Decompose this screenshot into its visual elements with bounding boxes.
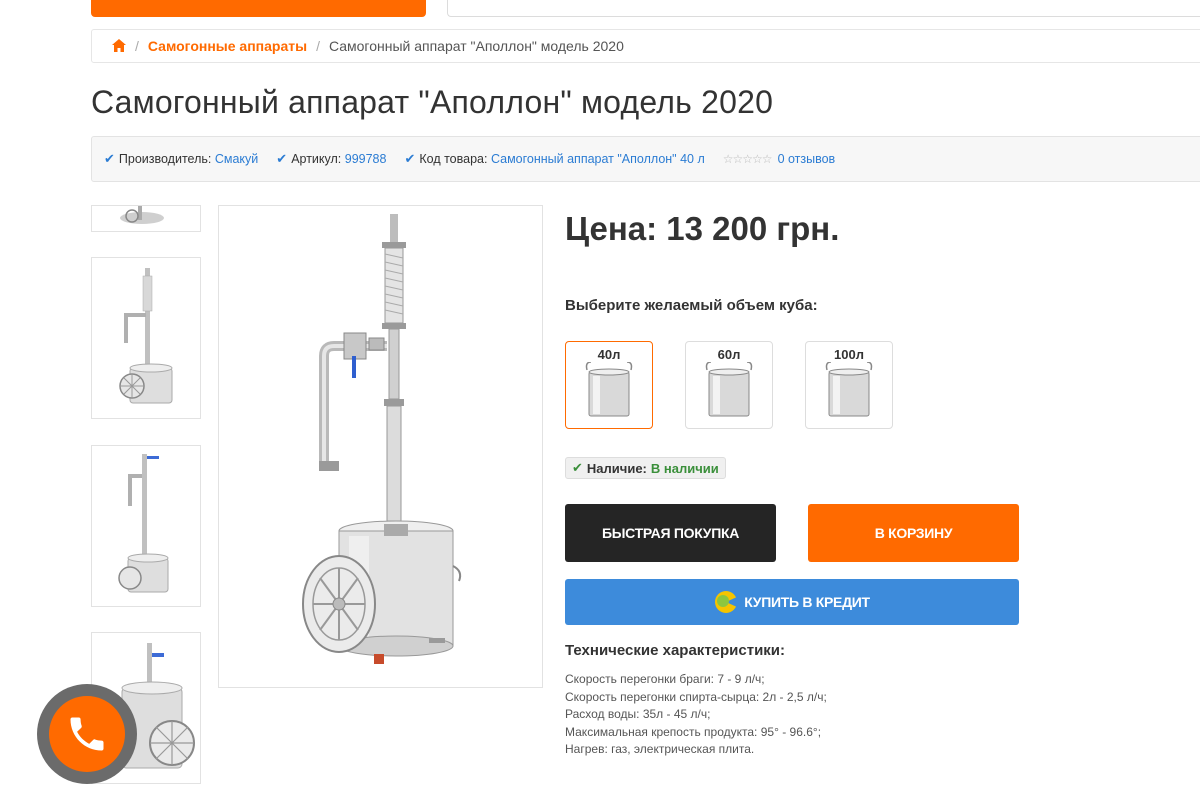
- check-icon: ✔: [572, 460, 583, 475]
- thumbnail[interactable]: [91, 445, 201, 607]
- credit-button-label: КУПИТЬ В КРЕДИТ: [744, 594, 870, 610]
- top-search-field[interactable]: [447, 0, 1200, 17]
- article-info: ✔ Артикул: 999788: [276, 151, 386, 167]
- boiler-icon: [585, 361, 633, 417]
- quick-buy-button[interactable]: БЫСТРАЯ ПОКУПКА: [565, 504, 776, 562]
- breadcrumb-current: Самогонный аппарат "Аполлон" модель 2020: [328, 38, 624, 54]
- spec-item: Скорость перегонки спирта-сырца: 2л - 2,…: [565, 689, 827, 704]
- credit-logo-icon: [715, 591, 739, 613]
- spec-item: Скорость перегонки браги: 7 - 9 л/ч;: [565, 672, 765, 686]
- home-icon[interactable]: [112, 39, 126, 53]
- spec-item: Нагрев: газ, электрическая плита.: [565, 742, 755, 756]
- product-code-label: Код товара:: [419, 152, 488, 166]
- breadcrumb-separator: /: [135, 38, 139, 54]
- phone-icon: [70, 717, 104, 751]
- rating: ☆☆☆☆☆ 0 отзывов: [723, 152, 835, 166]
- specs-title: Технические характеристики:: [565, 642, 786, 659]
- product-code-value: Самогонный аппарат "Аполлон" 40 л: [490, 152, 705, 166]
- spec-item: Максимальная крепость продукта: 95° - 96…: [565, 724, 822, 739]
- callback-button-inner: [49, 696, 125, 772]
- volume-option-100l[interactable]: 100л: [805, 341, 893, 429]
- product-code-info: ✔ Код товара: Самогонный аппарат "Аполло…: [404, 151, 704, 167]
- volume-select-label: Выберите желаемый объем куба:: [565, 297, 818, 314]
- volume-option-label: 60л: [717, 347, 741, 362]
- stock-value: В наличии: [650, 460, 719, 476]
- check-icon: ✔: [404, 151, 416, 166]
- volume-option-60l[interactable]: 60л: [685, 341, 773, 429]
- page-title: Самогонный аппарат "Аполлон" модель 2020: [91, 84, 774, 120]
- manufacturer-link[interactable]: Смакуй: [215, 152, 258, 166]
- product-meta-bar: ✔ Производитель: Смакуй ✔ Артикул: 99978…: [91, 136, 1200, 182]
- volume-option-40l[interactable]: 40л: [565, 341, 653, 429]
- volume-option-label: 40л: [597, 347, 621, 362]
- specs-list: Скорость перегонки браги: 7 - 9 л/ч; Ско…: [565, 671, 827, 759]
- check-icon: ✔: [276, 151, 288, 166]
- manufacturer-info: ✔ Производитель: Смакуй: [104, 151, 258, 167]
- add-to-cart-button[interactable]: В КОРЗИНУ: [808, 504, 1019, 562]
- product-main-image[interactable]: [218, 205, 543, 688]
- buy-on-credit-button[interactable]: КУПИТЬ В КРЕДИТ: [565, 579, 1019, 625]
- breadcrumb: / Самогонные аппараты / Самогонный аппар…: [91, 29, 1200, 63]
- stock-label: Наличие:: [586, 460, 647, 476]
- breadcrumb-category-link[interactable]: Самогонные аппараты: [148, 38, 307, 54]
- check-icon: ✔: [104, 151, 115, 166]
- spec-item: Расход воды: 35л - 45 л/ч;: [565, 707, 711, 721]
- stock-status-badge: ✔ Наличие: В наличии: [565, 457, 726, 479]
- thumbnail[interactable]: [91, 257, 201, 419]
- boiler-icon: [705, 361, 753, 417]
- breadcrumb-separator: /: [316, 38, 320, 54]
- reviews-link[interactable]: 0 отзывов: [778, 152, 836, 166]
- thumbnail[interactable]: [91, 205, 201, 232]
- volume-option-label: 100л: [834, 347, 864, 362]
- manufacturer-label: Производитель:: [118, 152, 212, 166]
- article-label: Артикул:: [291, 152, 342, 166]
- top-menu-bar[interactable]: [91, 0, 426, 17]
- article-value: 999788: [344, 152, 387, 166]
- callback-button[interactable]: [37, 684, 137, 784]
- product-price: Цена: 13 200 грн.: [565, 210, 840, 247]
- rating-stars-icon: ☆☆☆☆☆: [722, 152, 773, 166]
- boiler-icon: [825, 361, 873, 417]
